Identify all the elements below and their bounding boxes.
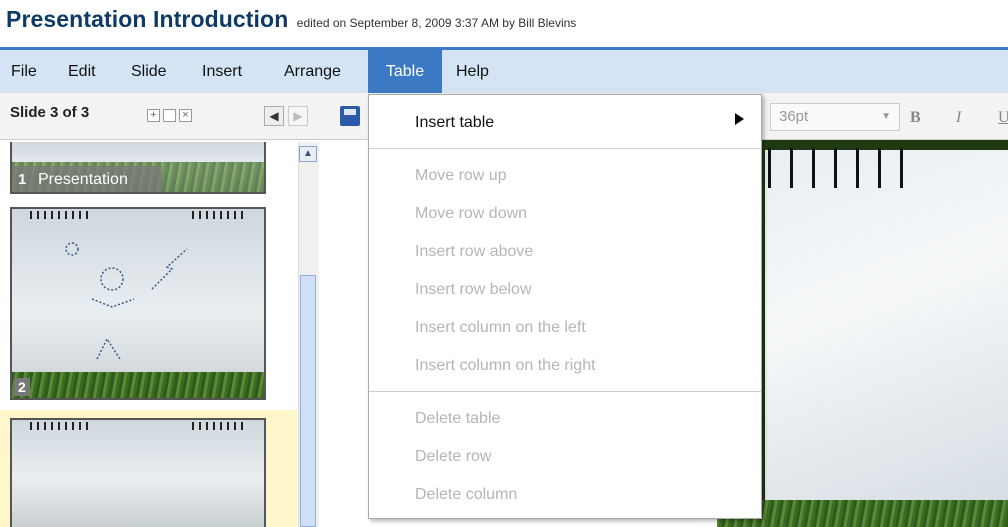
menu-item-insert-table[interactable]: Insert table bbox=[415, 114, 494, 132]
delete-slide-icon[interactable]: × bbox=[179, 109, 192, 122]
menu-item-insert-column-left: Insert column on the left bbox=[415, 319, 586, 336]
slide-thumbnail-3[interactable] bbox=[10, 418, 266, 527]
edited-info: edited on September 8, 2009 3:37 AM by B… bbox=[296, 16, 577, 30]
font-size-value: 36pt bbox=[779, 108, 809, 125]
menubar: File Edit Slide Insert Arrange Table Hel… bbox=[0, 47, 1008, 93]
menu-item-move-row-up: Move row up bbox=[415, 167, 507, 184]
bold-button[interactable]: B bbox=[910, 109, 921, 127]
menu-item-delete-column: Delete column bbox=[415, 486, 518, 503]
italic-button[interactable]: I bbox=[956, 109, 961, 127]
table-dropdown-menu: Insert table Move row up Move row down I… bbox=[368, 94, 762, 519]
slide-1-number: 1 bbox=[18, 171, 27, 188]
menu-separator bbox=[369, 391, 761, 392]
save-icon[interactable] bbox=[340, 106, 360, 126]
slide-thumbnail-1[interactable]: 1 Presentation bbox=[10, 142, 266, 194]
menu-insert[interactable]: Insert bbox=[194, 50, 250, 93]
menu-help[interactable]: Help bbox=[448, 50, 497, 93]
menu-arrange[interactable]: Arrange bbox=[276, 50, 349, 93]
menu-edit[interactable]: Edit bbox=[60, 50, 104, 93]
menu-separator bbox=[369, 148, 761, 149]
slide-counter: Slide 3 of 3 bbox=[10, 104, 90, 121]
menu-item-move-row-down: Move row down bbox=[415, 205, 528, 222]
menu-table[interactable]: Table bbox=[368, 50, 442, 93]
document-title[interactable]: Presentation Introduction bbox=[6, 6, 288, 32]
underline-button[interactable]: U bbox=[998, 109, 1008, 127]
menu-item-insert-row-above: Insert row above bbox=[415, 243, 534, 260]
menu-item-delete-row: Delete row bbox=[415, 448, 492, 465]
stick-figure-drawing bbox=[65, 242, 188, 360]
slide-2-number: 2 bbox=[14, 378, 30, 396]
menu-item-delete-table: Delete table bbox=[415, 410, 501, 427]
slide-content[interactable] bbox=[765, 150, 1008, 527]
move-down-icon[interactable]: ▶ bbox=[288, 106, 308, 126]
font-size-select[interactable]: 36pt ▼ bbox=[770, 103, 900, 131]
add-slide-icon[interactable]: + bbox=[147, 109, 160, 122]
document-title-bar: Presentation Introduction edited on Sept… bbox=[6, 6, 576, 38]
slide-1-label: Presentation bbox=[38, 171, 128, 188]
scroll-up-icon[interactable]: ▲ bbox=[299, 146, 317, 162]
notebook-rings bbox=[768, 148, 918, 188]
slide-thumbnail-2[interactable]: 2 bbox=[10, 207, 266, 400]
submenu-arrow-icon bbox=[735, 113, 744, 125]
move-up-icon[interactable]: ◀ bbox=[264, 106, 284, 126]
menu-file[interactable]: File bbox=[8, 50, 51, 93]
menu-slide[interactable]: Slide bbox=[123, 50, 175, 93]
duplicate-slide-icon[interactable] bbox=[163, 109, 176, 122]
menu-item-insert-column-right: Insert column on the right bbox=[415, 357, 596, 374]
scrollbar-thumb[interactable] bbox=[300, 275, 316, 527]
menu-item-insert-row-below: Insert row below bbox=[415, 281, 532, 298]
chevron-down-icon: ▼ bbox=[881, 111, 891, 122]
